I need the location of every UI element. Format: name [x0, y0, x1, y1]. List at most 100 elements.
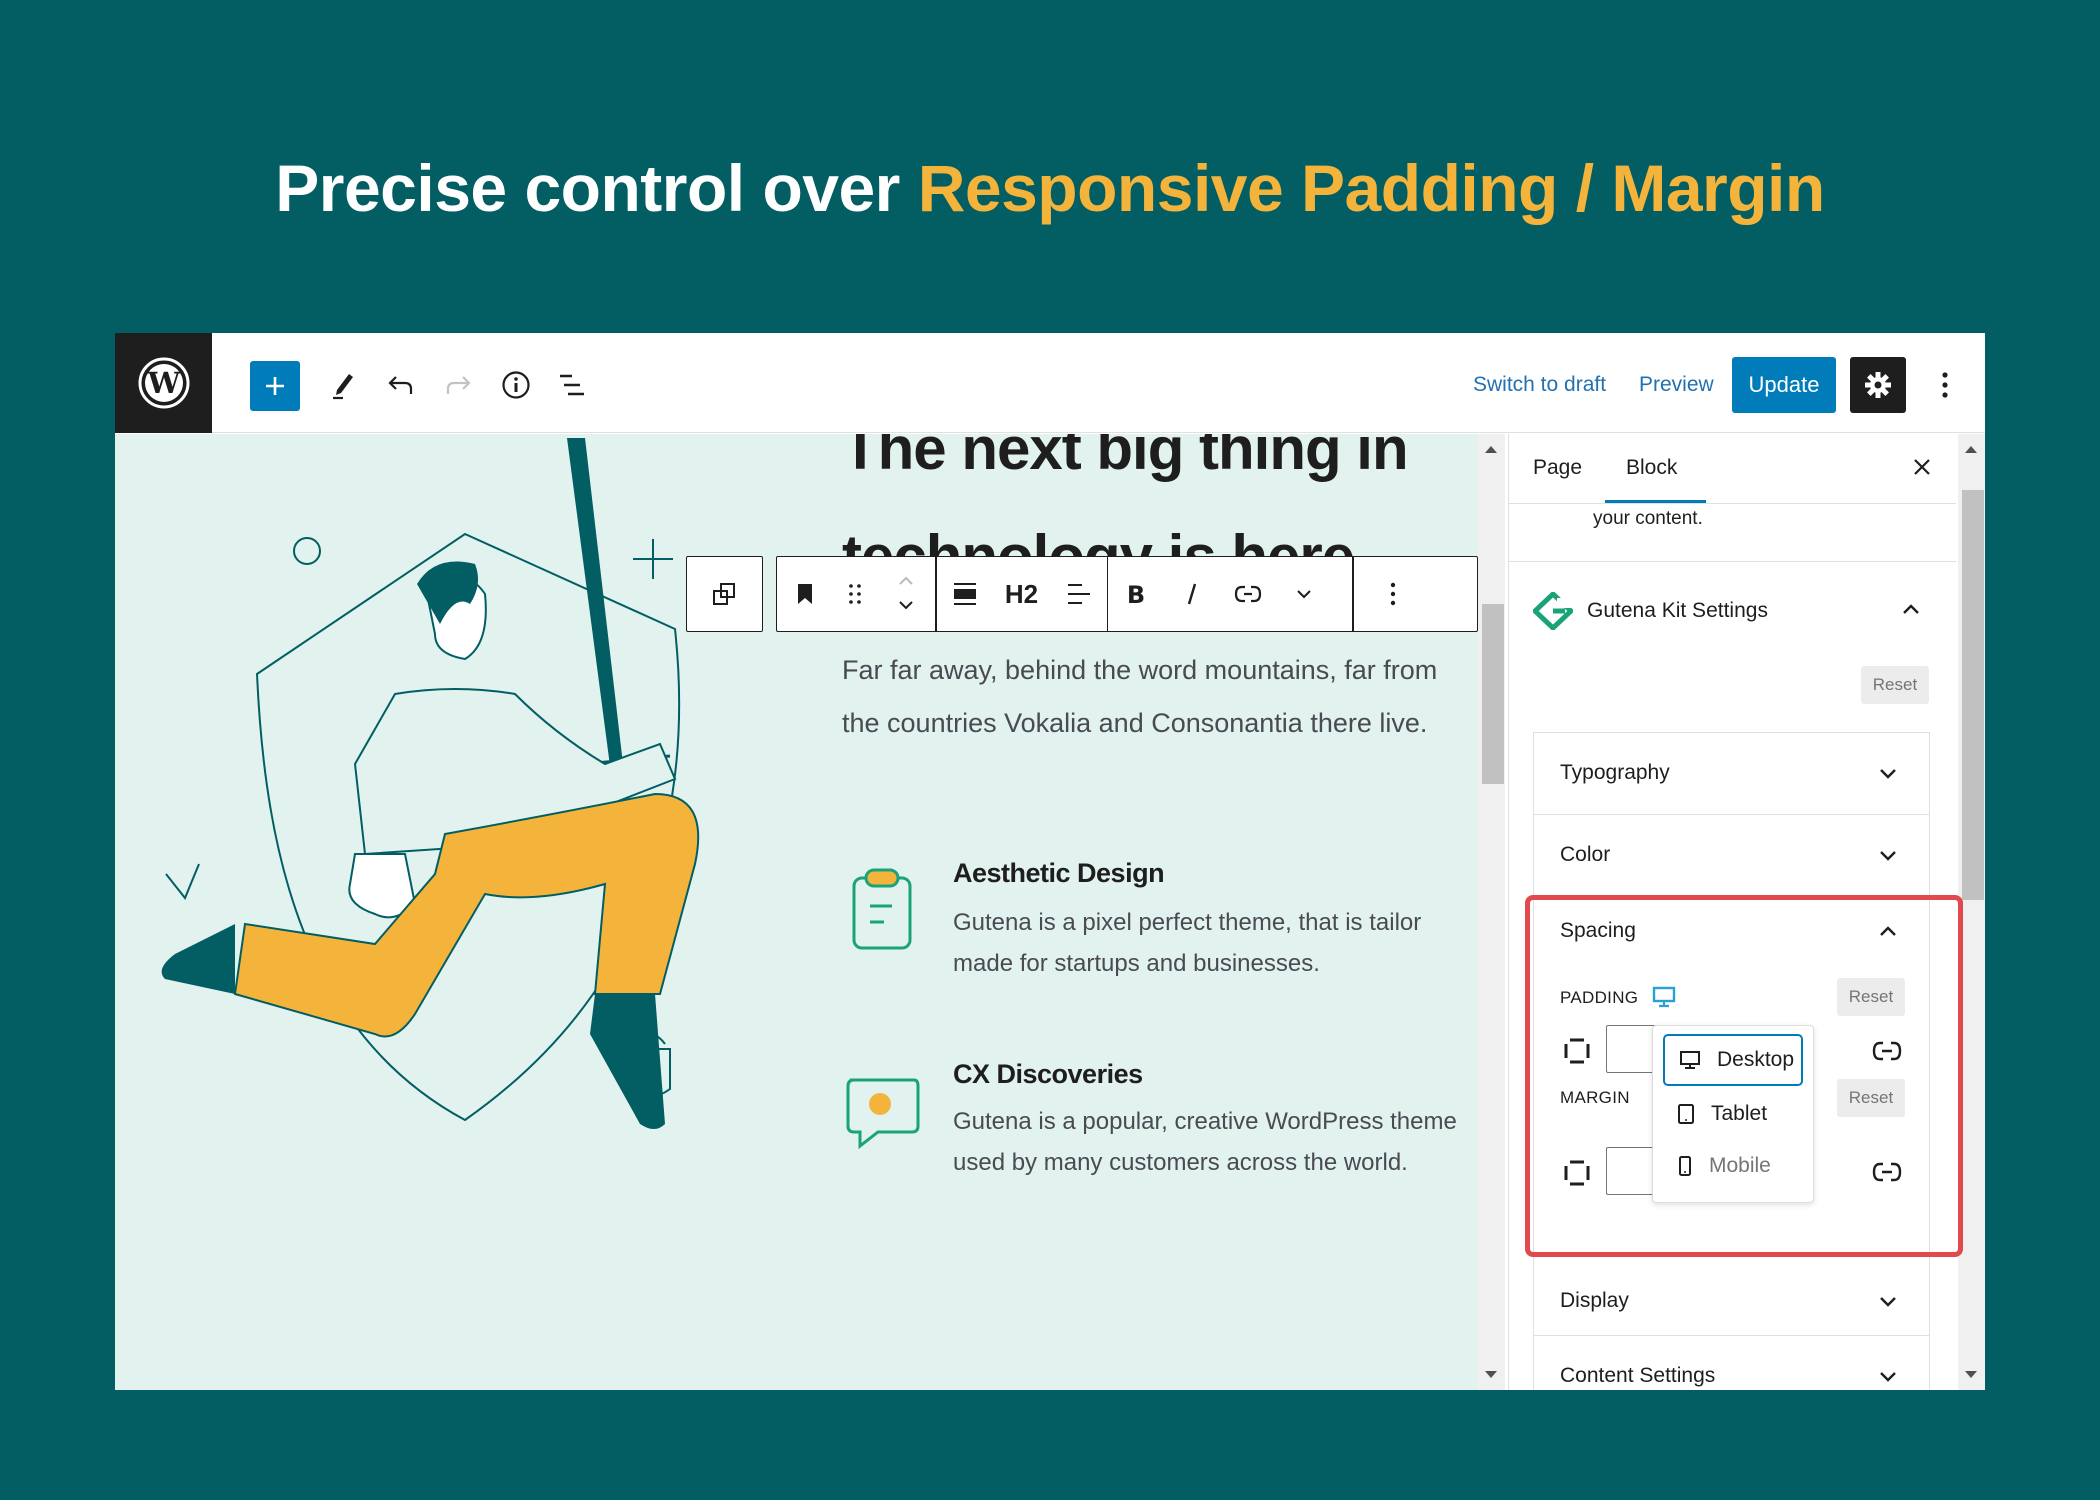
margin-label: MARGIN — [1560, 1088, 1630, 1107]
align-button[interactable] — [937, 557, 993, 631]
chevron-down-icon — [1876, 844, 1900, 868]
link-sides-icon[interactable] — [1872, 1039, 1902, 1063]
align-icon — [953, 583, 976, 605]
scroll-up-arrow[interactable] — [1965, 446, 1977, 453]
drag-handle-icon — [849, 584, 861, 604]
options-menu-button[interactable] — [1930, 361, 1960, 409]
move-up-down-button[interactable] — [877, 557, 935, 631]
decor-circle — [293, 537, 321, 565]
front-shoe — [590, 994, 665, 1129]
block-options-button[interactable] — [1354, 557, 1432, 631]
svg-text:W: W — [146, 366, 180, 400]
chevron-down-icon — [1876, 1290, 1900, 1314]
gutena-kit-reset-button[interactable]: Reset — [1861, 666, 1929, 704]
feature-title[interactable]: Aesthetic Design — [953, 858, 1165, 889]
drag-handle[interactable] — [833, 557, 877, 631]
details-button[interactable] — [494, 363, 538, 407]
text-align-icon — [1067, 584, 1090, 604]
vertical-ellipsis-icon — [1942, 372, 1948, 398]
link-button[interactable] — [1220, 557, 1276, 631]
canvas-scroll-thumb[interactable] — [1482, 604, 1504, 784]
padding-reset-button[interactable]: Reset — [1837, 978, 1905, 1016]
bold-button[interactable]: B — [1108, 557, 1164, 631]
bookmark-icon — [798, 584, 812, 604]
sidebar-scrollbar[interactable] — [1958, 434, 1985, 1390]
device-option-mobile[interactable]: Mobile — [1663, 1140, 1803, 1192]
tab-page[interactable]: Page — [1533, 456, 1582, 480]
wordpress-logo-button[interactable]: W — [115, 333, 212, 433]
panel-label: Display — [1560, 1289, 1629, 1312]
svg-text:B: B — [1127, 582, 1145, 606]
gutena-kit-collapse-button[interactable] — [1899, 597, 1923, 621]
scroll-up-arrow[interactable] — [1485, 446, 1497, 453]
italic-button[interactable] — [1164, 557, 1220, 631]
tab-block[interactable]: Block — [1626, 456, 1677, 480]
undo-button[interactable] — [379, 363, 423, 407]
block-type-button[interactable] — [777, 557, 833, 631]
feature-text[interactable]: Gutena is a popular, creative WordPress … — [953, 1101, 1463, 1183]
spacing-collapse-button[interactable] — [1876, 919, 1900, 943]
redo-icon — [446, 376, 471, 394]
tablet-icon — [1678, 1104, 1694, 1124]
link-icon — [1234, 585, 1262, 603]
panel-content-settings[interactable]: Content Settings — [1533, 1335, 1930, 1390]
sidebar-scroll-thumb[interactable] — [1962, 490, 1984, 900]
heading-line-1[interactable]: The next big thing in — [842, 434, 1409, 483]
chevron-up-icon — [1880, 926, 1896, 936]
add-block-button[interactable] — [250, 361, 300, 411]
feature-title[interactable]: CX Discoveries — [953, 1059, 1143, 1090]
gear-icon — [1865, 372, 1891, 398]
device-label: Mobile — [1709, 1154, 1771, 1177]
more-rich-text-button[interactable] — [1276, 557, 1332, 631]
editor-top-bar: W Switch to draft Preview Update — [115, 333, 1985, 433]
text-align-button[interactable] — [1051, 557, 1107, 631]
redo-button[interactable] — [436, 363, 480, 407]
panel-typography[interactable]: Typography — [1533, 732, 1930, 814]
lead-paragraph[interactable]: Far far away, behind the word mountains,… — [842, 644, 1462, 750]
info-icon — [502, 371, 530, 399]
undo-icon — [388, 376, 413, 394]
scroll-down-arrow[interactable] — [1485, 1371, 1497, 1378]
panel-color[interactable]: Color — [1533, 814, 1930, 896]
divider — [1509, 561, 1956, 562]
panel-label: Color — [1560, 843, 1611, 866]
close-sidebar-button[interactable] — [1907, 452, 1937, 482]
canvas-scrollbar[interactable] — [1478, 434, 1505, 1390]
gutena-kit-settings-header[interactable]: Gutena Kit Settings — [1533, 592, 1768, 630]
panel-display[interactable]: Display — [1533, 1253, 1930, 1335]
device-option-desktop[interactable]: Desktop — [1663, 1034, 1803, 1086]
margin-reset-button[interactable]: Reset — [1837, 1079, 1905, 1117]
device-dropdown-menu: Desktop Tablet Mobile — [1652, 1025, 1814, 1203]
padding-label: PADDING — [1560, 988, 1639, 1007]
edit-tools-button[interactable] — [321, 363, 365, 407]
preview-link[interactable]: Preview — [1639, 373, 1714, 397]
pencil-edit-icon — [333, 374, 353, 400]
device-label: Tablet — [1711, 1102, 1768, 1125]
update-button[interactable]: Update — [1732, 357, 1836, 413]
desktop-icon[interactable] — [1652, 986, 1676, 1008]
settings-button[interactable] — [1850, 357, 1906, 413]
scroll-down-arrow[interactable] — [1965, 1371, 1977, 1378]
link-sides-icon[interactable] — [1872, 1160, 1902, 1184]
close-icon — [1914, 459, 1930, 475]
editor-canvas: The next big thing in technology is here… — [115, 434, 1478, 1390]
heading-level-label: H2 — [1004, 578, 1039, 609]
back-shoe — [161, 924, 235, 994]
headline-prefix: Precise control over — [275, 151, 900, 225]
panel-label[interactable]: Spacing — [1560, 919, 1636, 943]
feature-text[interactable]: Gutena is a pixel perfect theme, that is… — [953, 902, 1463, 984]
heading-level-button[interactable]: H2 — [993, 557, 1051, 631]
list-view-icon — [560, 374, 584, 396]
device-option-tablet[interactable]: Tablet — [1663, 1088, 1803, 1140]
mobile-icon — [1679, 1156, 1691, 1176]
transform-block-button[interactable] — [687, 557, 761, 631]
wordpress-logo-icon: W — [138, 357, 189, 409]
page-headline: Precise control over Responsive Padding … — [0, 150, 2100, 226]
bold-icon: B — [1127, 582, 1145, 606]
settings-sidebar: Page Block your content. Gutena Kit Sett… — [1508, 434, 1956, 1390]
switch-to-draft-link[interactable]: Switch to draft — [1473, 373, 1606, 397]
italic-icon — [1187, 583, 1197, 605]
sidebar-tabs: Page Block — [1509, 434, 1956, 504]
list-view-button[interactable] — [551, 363, 595, 407]
gutena-kit-title: Gutena Kit Settings — [1587, 599, 1768, 622]
